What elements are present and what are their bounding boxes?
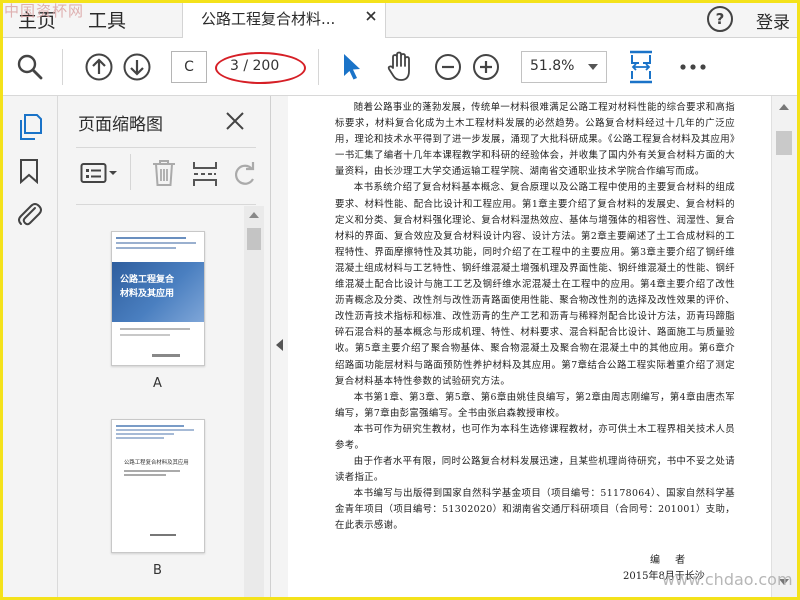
thumbnail-label: B bbox=[153, 563, 162, 578]
zoom-select[interactable]: 51.8% bbox=[521, 51, 607, 83]
toolbar-separator bbox=[62, 49, 63, 85]
watermark-top: 中国资杯网 bbox=[4, 2, 85, 20]
thumbnail-label: A bbox=[153, 376, 162, 391]
document-tab-title: 公路工程复合材料... bbox=[201, 10, 336, 28]
left-icon-rail bbox=[0, 96, 58, 600]
scroll-up-icon[interactable] bbox=[779, 104, 789, 110]
cover-header bbox=[112, 232, 204, 262]
cover-art: 公路工程复合 材料及其应用 bbox=[112, 262, 204, 322]
paragraph: 本书第1章、第3章、第5章、第6章由姚佳良编写，第2章由周志刚编写，第4章由唐杰… bbox=[335, 391, 735, 419]
panel-toolbar-separator bbox=[130, 154, 131, 190]
scrollbar-thumb[interactable] bbox=[776, 131, 792, 155]
page-thumbnails-icon[interactable] bbox=[17, 113, 43, 141]
more-options-icon[interactable] bbox=[680, 64, 706, 70]
hand-tool-icon[interactable] bbox=[385, 51, 415, 83]
zoom-in-icon[interactable] bbox=[472, 53, 500, 81]
collapse-panel-icon[interactable] bbox=[276, 339, 283, 351]
close-icon[interactable] bbox=[224, 110, 246, 132]
help-icon[interactable]: ? bbox=[707, 6, 733, 32]
next-page-icon[interactable] bbox=[122, 52, 152, 82]
panel-divider bbox=[76, 147, 256, 148]
select-cursor-icon[interactable] bbox=[340, 52, 364, 82]
extract-pages-icon[interactable] bbox=[192, 160, 218, 188]
login-link[interactable]: 登录 bbox=[756, 8, 790, 33]
chevron-down-icon bbox=[588, 64, 598, 70]
paragraph: 本书系统介绍了复合材料基本概念、复合原理以及公路工程中使用的主要复合材料的组成要… bbox=[335, 182, 735, 387]
tab-document[interactable]: 公路工程复合材料... bbox=[182, 0, 386, 38]
tab-bar: 主页 工具 公路工程复合材料... ? 登录 bbox=[0, 0, 800, 38]
document-body: 随着公路事业的蓬勃发展，传统单一材料很难满足公路工程对材料性能的综合要求和高指标… bbox=[335, 100, 735, 535]
toolbar-separator bbox=[318, 49, 319, 85]
document-scrollbar[interactable] bbox=[771, 96, 797, 597]
thumbnail-options-icon[interactable] bbox=[80, 162, 118, 184]
page-number-input[interactable]: C bbox=[171, 51, 207, 83]
thumbnail-scrollbar[interactable] bbox=[244, 206, 264, 600]
cover-title-line1: 公路工程复合 bbox=[120, 275, 175, 285]
fit-page-icon[interactable] bbox=[627, 50, 655, 84]
toolbar: C 3 / 200 51.8% bbox=[0, 38, 800, 96]
zoom-value: 51.8% bbox=[530, 58, 575, 74]
paragraph: 本书编写与出版得到国家自然科学基金项目（项目编号：51178064）、国家自然科… bbox=[335, 488, 735, 532]
thumbnail-panel: 页面缩略图 公路工程复合 材料及其应用 A 公路工程复合材料及其应用 B bbox=[58, 96, 271, 600]
thumbnail-title-line: 公路工程复合材料及其应用 bbox=[124, 460, 189, 466]
zoom-out-icon[interactable] bbox=[434, 53, 462, 81]
panel-splitter[interactable] bbox=[271, 96, 288, 600]
bookmark-icon[interactable] bbox=[19, 158, 39, 184]
paragraph: 本书可作为研究生教材，也可作为本科生选修课程教材，亦可供土木工程界相关技术人员参… bbox=[335, 423, 735, 451]
frame-top bbox=[0, 0, 800, 3]
page-thumbnail-b[interactable]: 公路工程复合材料及其应用 bbox=[111, 419, 205, 553]
paragraph: 由于作者水平有限，同时公路复合材料发展迅速，且某些机理尚待研究，书中不妥之处请读… bbox=[335, 456, 735, 484]
document-signature: 编 者 bbox=[650, 555, 692, 566]
search-icon[interactable] bbox=[16, 53, 44, 81]
paragraph: 随着公路事业的蓬勃发展，传统单一材料很难满足公路工程对材料性能的综合要求和高指标… bbox=[335, 102, 735, 178]
page-thumbnail-a[interactable]: 公路工程复合 材料及其应用 bbox=[111, 231, 205, 366]
page-count-highlight-oval bbox=[215, 52, 306, 84]
delete-icon[interactable] bbox=[151, 159, 177, 187]
tab-tools[interactable]: 工具 bbox=[88, 6, 126, 33]
panel-divider bbox=[76, 204, 256, 205]
close-icon[interactable] bbox=[363, 8, 379, 24]
watermark-bottom: www.chdao.com bbox=[662, 570, 793, 589]
previous-page-icon[interactable] bbox=[84, 52, 114, 82]
frame-left bbox=[0, 0, 3, 600]
rotate-icon[interactable] bbox=[232, 160, 258, 188]
scroll-up-icon[interactable] bbox=[249, 212, 259, 218]
panel-title: 页面缩略图 bbox=[78, 115, 163, 135]
document-view[interactable]: 随着公路事业的蓬勃发展，传统单一材料很难满足公路工程对材料性能的综合要求和高指标… bbox=[288, 96, 771, 600]
attachment-icon[interactable] bbox=[16, 200, 42, 228]
scrollbar-thumb[interactable] bbox=[247, 228, 261, 250]
cover-title-line2: 材料及其应用 bbox=[120, 289, 175, 299]
